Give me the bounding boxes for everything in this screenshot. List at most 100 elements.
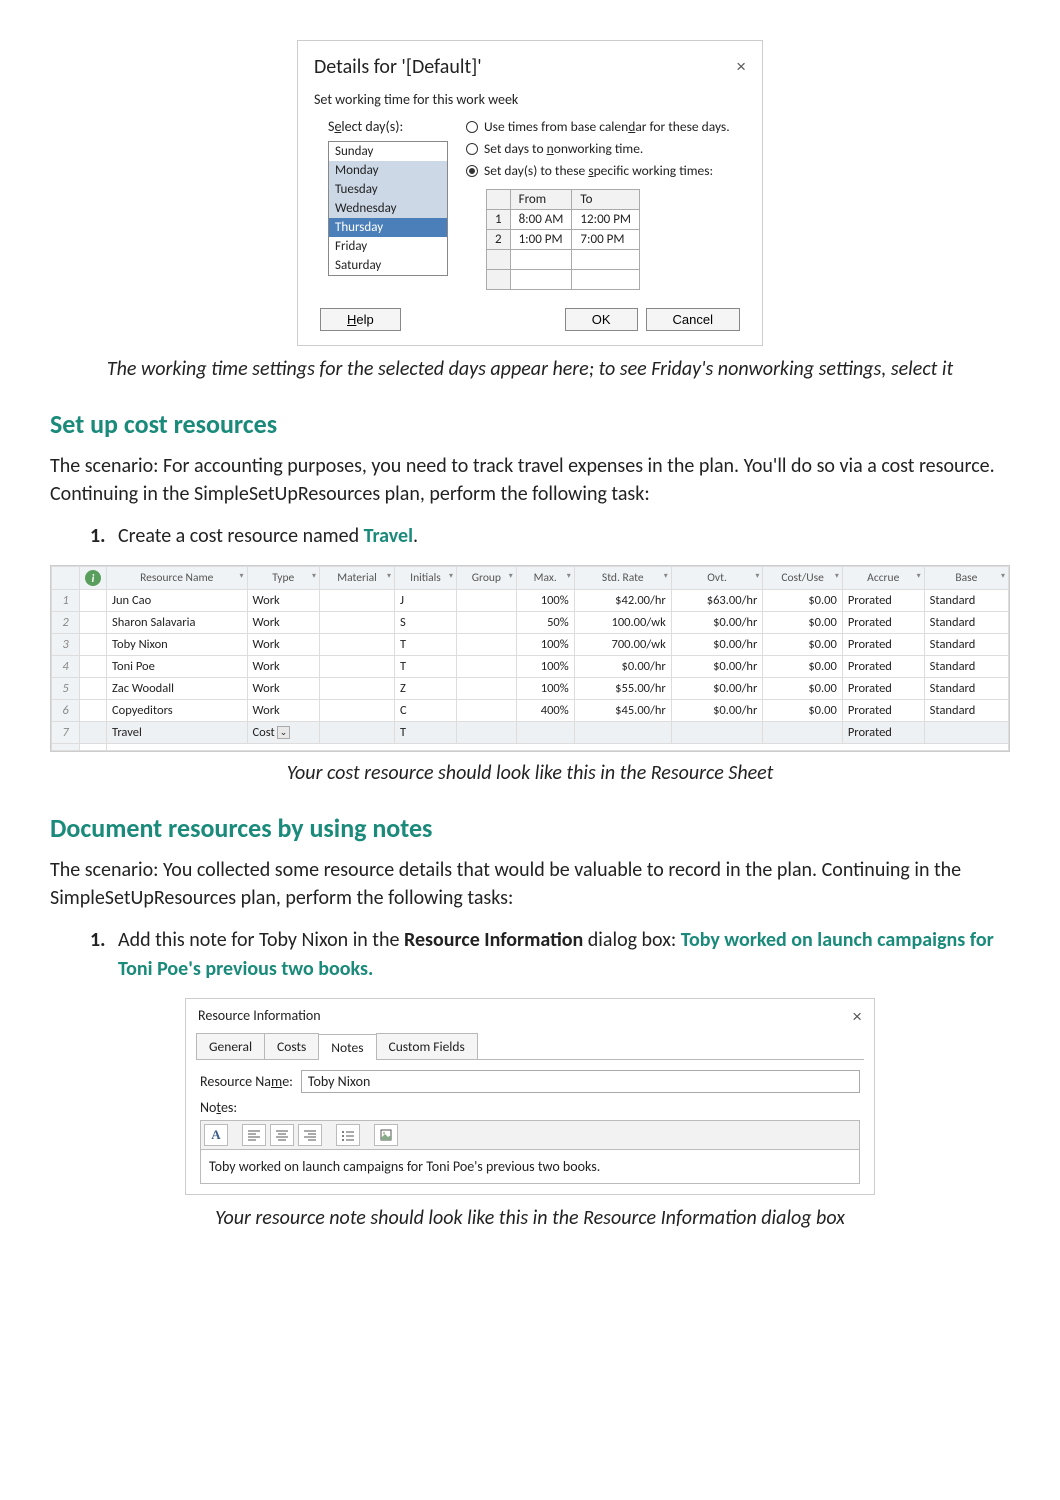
cell-max[interactable]: 100% — [516, 656, 574, 678]
cell-name[interactable]: Zac Woodall — [107, 678, 248, 700]
cell-ovt[interactable]: $0.00/hr — [671, 678, 763, 700]
cell-accrue[interactable]: Prorated — [842, 722, 924, 744]
cell-group[interactable] — [456, 590, 516, 612]
day-listbox[interactable]: Sunday Monday Tuesday Wednesday Thursday… — [328, 141, 448, 276]
cell-accrue[interactable]: Prorated — [842, 634, 924, 656]
cell-accrue[interactable]: Prorated — [842, 678, 924, 700]
cell-cost-use[interactable]: $0.00 — [763, 656, 843, 678]
cell-type[interactable]: Work — [247, 656, 319, 678]
cell-cost-use[interactable]: $0.00 — [763, 590, 843, 612]
cell-initials[interactable]: J — [395, 590, 457, 612]
cell-max[interactable] — [516, 722, 574, 744]
cell-cost-use[interactable]: $0.00 — [763, 700, 843, 722]
align-left-icon[interactable] — [242, 1124, 266, 1146]
cell-ovt[interactable]: $0.00/hr — [671, 656, 763, 678]
col-max[interactable]: Max. — [516, 567, 574, 590]
col-material[interactable]: Material — [319, 567, 394, 590]
day-friday[interactable]: Friday — [329, 237, 447, 256]
cell-name[interactable]: Travel — [107, 722, 248, 744]
col-initials[interactable]: Initials — [395, 567, 457, 590]
tab-general[interactable]: General — [196, 1033, 265, 1059]
col-resource-name[interactable]: Resource Name — [107, 567, 248, 590]
cell-type[interactable]: Work — [247, 634, 319, 656]
day-monday[interactable]: Monday — [329, 161, 447, 180]
cell-ovt[interactable]: $63.00/hr — [671, 590, 763, 612]
cell-name[interactable]: Sharon Salavaria — [107, 612, 248, 634]
cell-material[interactable] — [319, 656, 394, 678]
cell-name[interactable]: Copyeditors — [107, 700, 248, 722]
day-wednesday[interactable]: Wednesday — [329, 199, 447, 218]
radio-nonworking[interactable]: Set days to nonworking time. — [466, 140, 746, 157]
cell-max[interactable]: 100% — [516, 678, 574, 700]
col-ovt[interactable]: Ovt. — [671, 567, 763, 590]
tab-costs[interactable]: Costs — [264, 1033, 319, 1059]
cell-std-rate[interactable] — [574, 722, 671, 744]
help-button[interactable]: Help — [320, 308, 401, 331]
to-cell[interactable]: 7:00 PM — [572, 230, 640, 250]
cell-initials[interactable]: Z — [395, 678, 457, 700]
radio-specific-times[interactable]: Set day(s) to these specific working tim… — [466, 162, 746, 179]
cell-cost-use[interactable]: $0.00 — [763, 634, 843, 656]
cell-accrue[interactable]: Prorated — [842, 612, 924, 634]
cell-std-rate[interactable]: $55.00/hr — [574, 678, 671, 700]
cell-max[interactable]: 50% — [516, 612, 574, 634]
cell-std-rate[interactable]: $45.00/hr — [574, 700, 671, 722]
tab-notes[interactable]: Notes — [318, 1034, 376, 1060]
cell-type[interactable]: Work — [247, 612, 319, 634]
close-icon[interactable]: × — [852, 1007, 862, 1027]
cell-material[interactable] — [319, 700, 394, 722]
cell-material[interactable] — [319, 590, 394, 612]
cell-ovt[interactable]: $0.00/hr — [671, 700, 763, 722]
cell-type[interactable]: Cost⌄ — [247, 722, 319, 744]
cell-std-rate[interactable]: $0.00/hr — [574, 656, 671, 678]
day-tuesday[interactable]: Tuesday — [329, 180, 447, 199]
cell-name[interactable]: Toni Poe — [107, 656, 248, 678]
cell-accrue[interactable]: Prorated — [842, 656, 924, 678]
cell-base[interactable]: Standard — [924, 700, 1008, 722]
cell-initials[interactable]: T — [395, 656, 457, 678]
font-button[interactable]: A — [204, 1124, 228, 1146]
cell-group[interactable] — [456, 722, 516, 744]
cell-material[interactable] — [319, 612, 394, 634]
day-sunday[interactable]: Sunday — [329, 142, 447, 161]
cell-accrue[interactable]: Prorated — [842, 700, 924, 722]
cell-accrue[interactable]: Prorated — [842, 590, 924, 612]
cell-base[interactable]: Standard — [924, 590, 1008, 612]
bullet-list-icon[interactable] — [336, 1124, 360, 1146]
cell-initials[interactable]: S — [395, 612, 457, 634]
col-type[interactable]: Type — [247, 567, 319, 590]
ok-button[interactable]: OK — [565, 308, 638, 331]
cell-name[interactable]: Toby Nixon — [107, 634, 248, 656]
col-accrue[interactable]: Accrue — [842, 567, 924, 590]
cell-group[interactable] — [456, 612, 516, 634]
cell-ovt[interactable]: $0.00/hr — [671, 634, 763, 656]
align-center-icon[interactable] — [270, 1124, 294, 1146]
cell-group[interactable] — [456, 678, 516, 700]
cell-max[interactable]: 100% — [516, 590, 574, 612]
cell-max[interactable]: 400% — [516, 700, 574, 722]
cell-base[interactable]: Standard — [924, 634, 1008, 656]
cell-type[interactable]: Work — [247, 590, 319, 612]
day-thursday[interactable]: Thursday — [329, 218, 447, 237]
cell-initials[interactable]: T — [395, 634, 457, 656]
cell-group[interactable] — [456, 700, 516, 722]
cell-material[interactable] — [319, 722, 394, 744]
cell-base[interactable]: Standard — [924, 612, 1008, 634]
cell-group[interactable] — [456, 656, 516, 678]
cell-cost-use[interactable] — [763, 722, 843, 744]
cell-initials[interactable]: C — [395, 700, 457, 722]
align-right-icon[interactable] — [298, 1124, 322, 1146]
cell-std-rate[interactable]: 700.00/wk — [574, 634, 671, 656]
cell-group[interactable] — [456, 634, 516, 656]
cell-cost-use[interactable]: $0.00 — [763, 678, 843, 700]
from-cell[interactable]: 8:00 AM — [510, 210, 572, 230]
cell-ovt[interactable] — [671, 722, 763, 744]
cell-name[interactable]: Jun Cao — [107, 590, 248, 612]
radio-base-calendar[interactable]: Use times from base calendar for these d… — [466, 118, 746, 135]
cell-cost-use[interactable]: $0.00 — [763, 612, 843, 634]
cell-ovt[interactable]: $0.00/hr — [671, 612, 763, 634]
notes-textarea[interactable]: Toby worked on launch campaigns for Toni… — [200, 1150, 860, 1184]
col-base[interactable]: Base — [924, 567, 1008, 590]
resource-name-input[interactable]: Toby Nixon — [301, 1070, 860, 1093]
tab-custom-fields[interactable]: Custom Fields — [376, 1033, 478, 1059]
